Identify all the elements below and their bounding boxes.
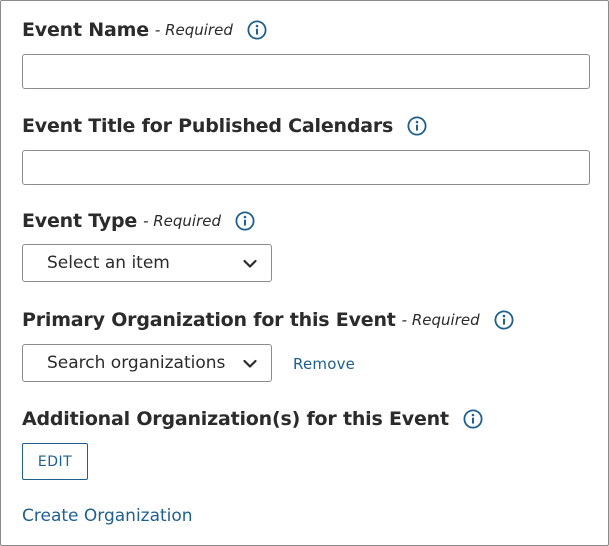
edit-button[interactable]: EDIT (22, 443, 88, 480)
primary-org-placeholder: Search organizations (47, 353, 226, 373)
chevron-down-icon (243, 254, 257, 273)
event-type-field: Event Type - Required (22, 210, 255, 232)
event-type-select[interactable]: Select an item (22, 244, 272, 282)
info-icon[interactable] (494, 310, 514, 330)
chevron-down-icon (243, 354, 257, 373)
event-title-field: Event Title for Published Calendars (22, 115, 427, 137)
additional-org-field: Additional Organization(s) for this Even… (22, 408, 483, 430)
event-type-required-text: - Required (143, 212, 222, 230)
event-title-label: Event Title for Published Calendars (22, 115, 394, 137)
primary-org-search-select[interactable]: Search organizations (22, 344, 272, 382)
event-name-input[interactable] (22, 54, 590, 89)
event-name-field: Event Name - Required (22, 19, 267, 41)
event-type-label: Event Type (22, 210, 138, 232)
info-icon[interactable] (463, 409, 483, 429)
primary-org-field: Primary Organization for this Event - Re… (22, 309, 514, 331)
remove-link[interactable]: Remove (293, 355, 355, 373)
event-title-input[interactable] (22, 150, 590, 185)
additional-org-label: Additional Organization(s) for this Even… (22, 408, 449, 430)
info-icon[interactable] (407, 116, 427, 136)
info-icon[interactable] (247, 20, 267, 40)
event-type-selected-value: Select an item (47, 253, 170, 273)
info-icon[interactable] (235, 211, 255, 231)
primary-org-label: Primary Organization for this Event (22, 309, 396, 331)
event-name-required-text: - Required (154, 21, 233, 39)
create-organization-link[interactable]: Create Organization (22, 506, 193, 526)
event-form-panel: Event Name - Required Event Title for Pu… (0, 0, 609, 546)
primary-org-required-text: - Required (401, 311, 480, 329)
event-name-label: Event Name (22, 19, 149, 41)
